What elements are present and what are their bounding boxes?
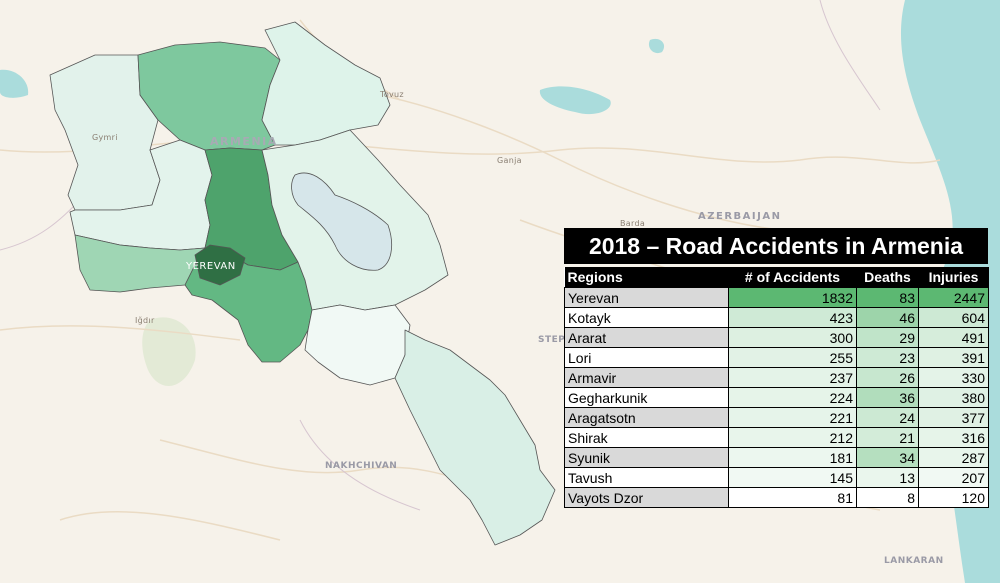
cell-injuries: 120 [918,487,989,508]
cell-deaths: 26 [856,367,919,388]
map-label-barda: Barda [620,219,646,228]
cell-region: Syunik [564,447,729,468]
map-label-igdir: Iğdır [135,316,155,325]
table-row: Shirak 212 21 316 [564,427,989,448]
map-label-step: STEP [538,335,566,345]
cell-injuries: 380 [918,387,989,408]
cell-deaths: 21 [856,427,919,448]
map-label-gymri: Gymri [92,133,118,142]
header-regions: Regions [564,267,729,288]
cell-deaths: 29 [856,327,919,348]
cell-injuries: 377 [918,407,989,428]
cell-accidents: 300 [728,327,857,348]
cell-injuries: 391 [918,347,989,368]
cell-accidents: 1832 [728,287,857,308]
cell-deaths: 13 [856,467,919,488]
map-label-tovuz: Tovuz [380,90,404,99]
cell-region: Shirak [564,427,729,448]
cell-deaths: 8 [856,487,919,508]
cell-injuries: 207 [918,467,989,488]
table-row: Kotayk 423 46 604 [564,307,989,328]
cell-accidents: 81 [728,487,857,508]
accidents-table: Regions # of Accidents Deaths Injuries Y… [564,267,989,508]
cell-injuries: 316 [918,427,989,448]
table-row: Lori 255 23 391 [564,347,989,368]
cell-deaths: 36 [856,387,919,408]
cell-injuries: 604 [918,307,989,328]
cell-accidents: 255 [728,347,857,368]
cell-region: Vayots Dzor [564,487,729,508]
table-body: Yerevan 1832 83 2447 Kotayk 423 46 604 Ararat 300… [564,287,989,508]
table-row: Yerevan 1832 83 2447 [564,287,989,308]
cell-accidents: 221 [728,407,857,428]
cell-accidents: 145 [728,467,857,488]
table-title: 2018 – Road Accidents in Armenia [564,228,988,264]
table-row: Ararat 300 29 491 [564,327,989,348]
header-injuries: Injuries [918,267,989,288]
cell-deaths: 23 [856,347,919,368]
cell-region: Tavush [564,467,729,488]
cell-accidents: 224 [728,387,857,408]
cell-injuries: 2447 [918,287,989,308]
accidents-table-panel: 2018 – Road Accidents in Armenia Regions… [564,228,989,508]
cell-accidents: 237 [728,367,857,388]
header-deaths: Deaths [856,267,919,288]
map-label-armenia: ARMENIA [210,135,278,148]
cell-deaths: 34 [856,447,919,468]
cell-accidents: 181 [728,447,857,468]
cell-accidents: 423 [728,307,857,328]
map-label-azerbaijan: AZERBAIJAN [698,211,782,222]
table-row: Aragatsotn 221 24 377 [564,407,989,428]
map-label-yerevan: YEREVAN [186,261,236,272]
cell-region: Ararat [564,327,729,348]
table-row: Armavir 237 26 330 [564,367,989,388]
cell-deaths: 24 [856,407,919,428]
cell-region: Yerevan [564,287,729,308]
cell-region: Kotayk [564,307,729,328]
cell-region: Armavir [564,367,729,388]
table-row: Tavush 145 13 207 [564,467,989,488]
cell-injuries: 491 [918,327,989,348]
map-label-ganja: Ganja [497,156,522,165]
map-label-lankaran: LANKARAN [884,556,944,566]
map-label-nakhchivan: NAKHCHIVAN [325,461,398,471]
cell-injuries: 287 [918,447,989,468]
table-row: Syunik 181 34 287 [564,447,989,468]
table-header-row: Regions # of Accidents Deaths Injuries [564,267,989,288]
cell-accidents: 212 [728,427,857,448]
cell-deaths: 46 [856,307,919,328]
cell-region: Aragatsotn [564,407,729,428]
cell-deaths: 83 [856,287,919,308]
table-row: Gegharkunik 224 36 380 [564,387,989,408]
cell-injuries: 330 [918,367,989,388]
cell-region: Lori [564,347,729,368]
table-row: Vayots Dzor 81 8 120 [564,487,989,508]
cell-region: Gegharkunik [564,387,729,408]
header-accidents: # of Accidents [728,267,857,288]
